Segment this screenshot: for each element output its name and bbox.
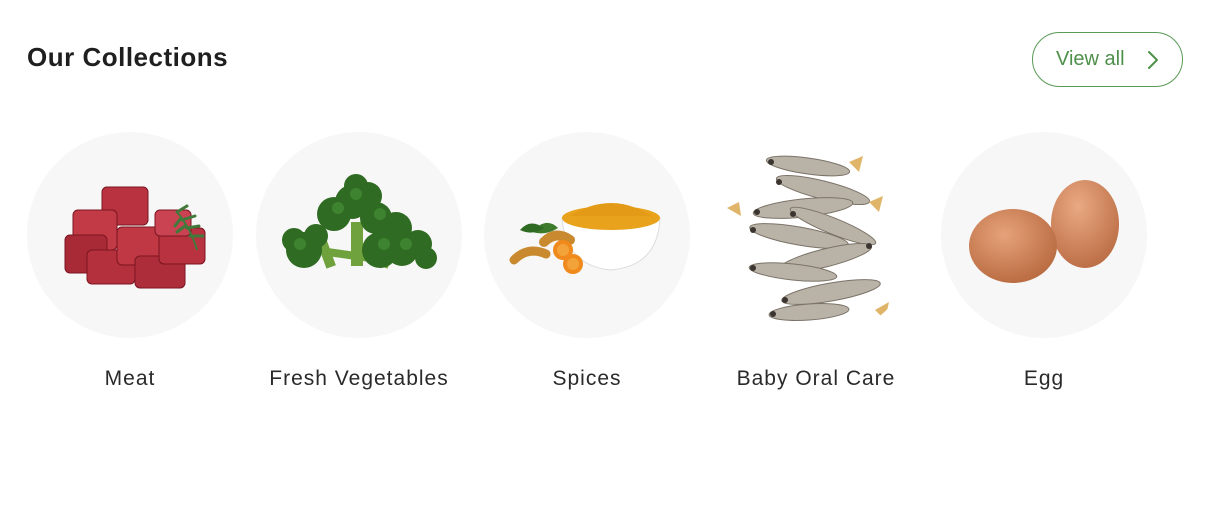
view-all-button[interactable]: View all xyxy=(1032,32,1183,87)
collection-label[interactable]: Spices xyxy=(474,364,700,393)
broccoli-image xyxy=(282,174,437,269)
collection-label[interactable]: Egg xyxy=(931,364,1157,393)
collection-image-circle[interactable] xyxy=(256,132,462,338)
collection-label[interactable]: Baby Oral Care xyxy=(703,364,929,393)
turmeric-bowl-image xyxy=(509,203,661,274)
dried-fish-image xyxy=(727,155,889,321)
collection-image-circle[interactable] xyxy=(713,132,919,338)
page-title: Our Collections xyxy=(27,42,229,72)
meat-cubes-image xyxy=(64,186,206,289)
collection-label[interactable]: Fresh Vegetables xyxy=(246,364,472,393)
collection-image-circle[interactable] xyxy=(941,132,1147,338)
chevron-right-icon xyxy=(1146,49,1160,71)
collection-label[interactable]: Meat xyxy=(17,364,243,393)
eggs-image xyxy=(969,180,1119,283)
collection-image-circle[interactable] xyxy=(484,132,690,338)
collection-image-circle[interactable] xyxy=(27,132,233,338)
view-all-label: View all xyxy=(1056,48,1125,70)
